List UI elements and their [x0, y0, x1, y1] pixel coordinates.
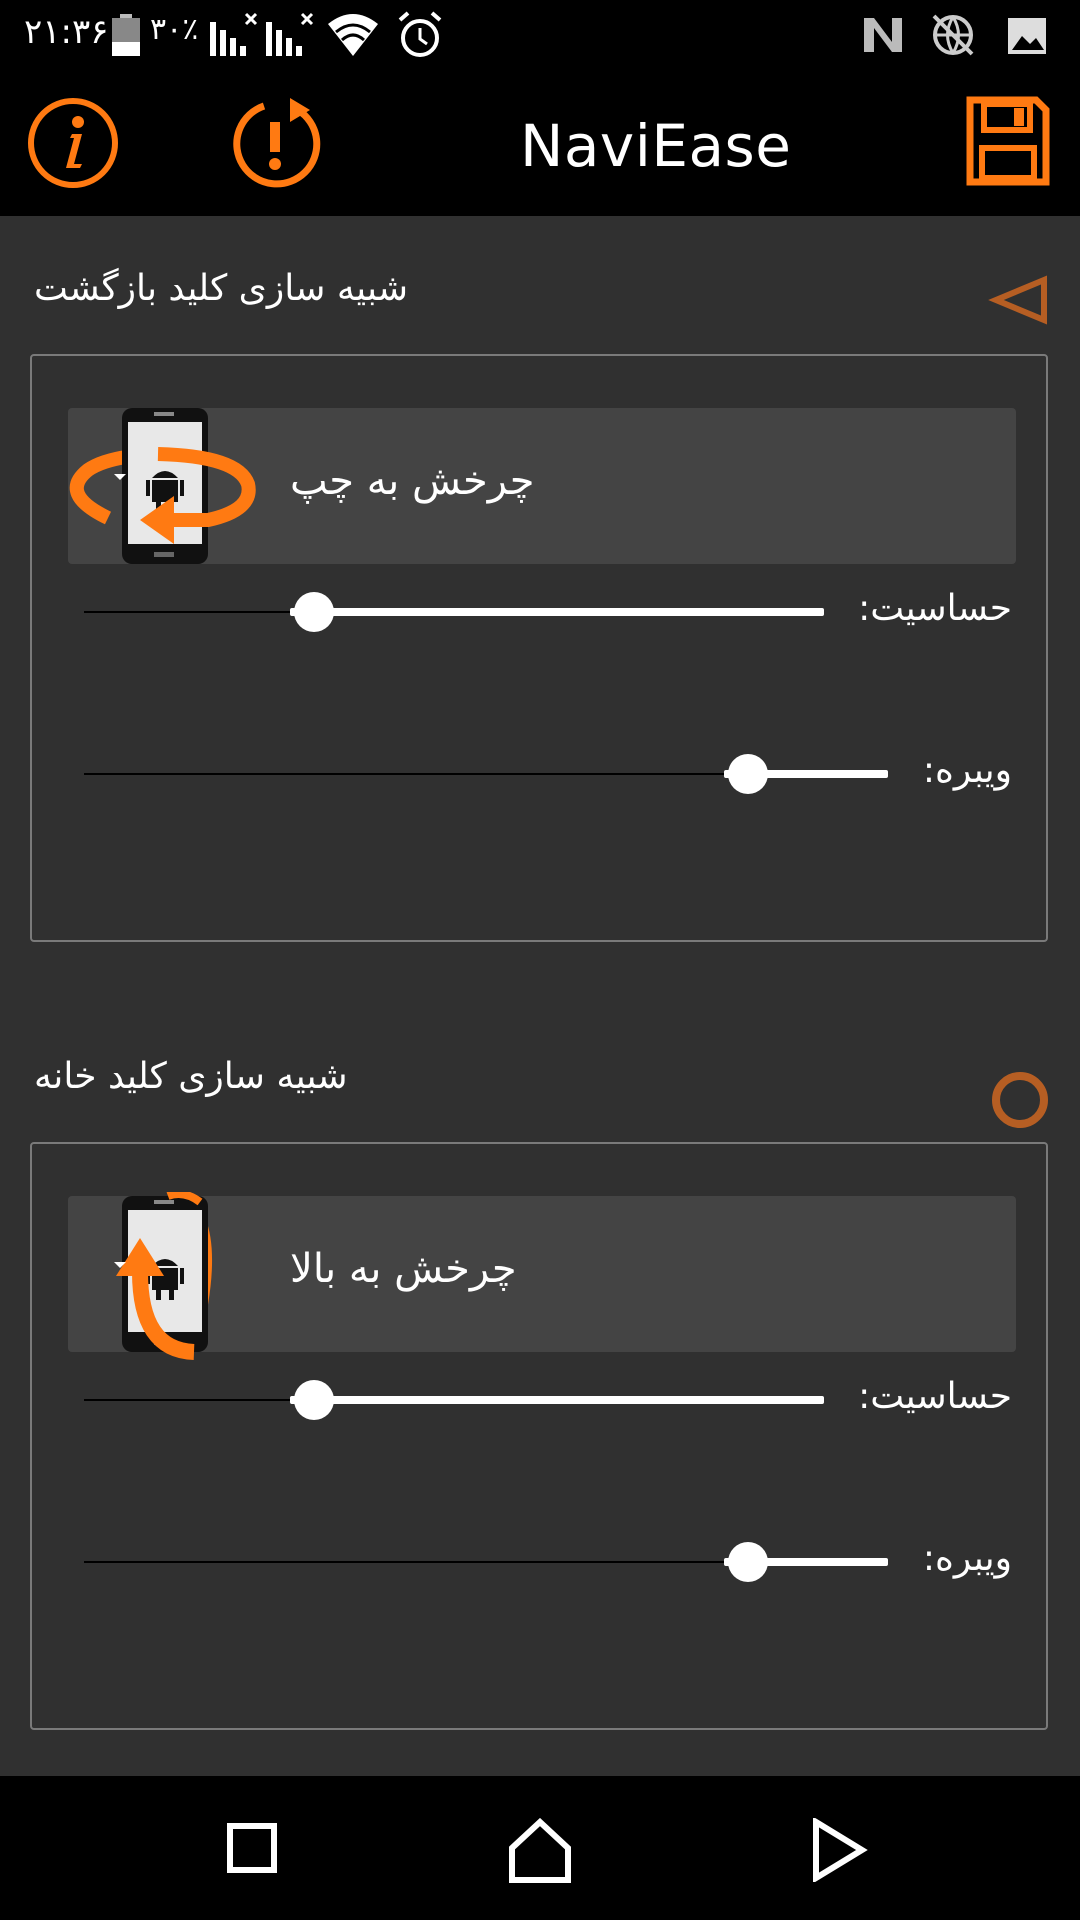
signal-2-icon — [266, 12, 314, 56]
gesture-label: چرخش به چپ — [290, 458, 535, 504]
sensitivity-label: حساسیت: — [858, 588, 1012, 629]
gesture-card-back: چرخش به چپ حساسیت: ویبره: — [30, 354, 1048, 942]
save-icon[interactable] — [966, 96, 1050, 186]
section-back-header: شبیه سازی کلید بازگشت — [0, 250, 1080, 350]
vibration-label: ویبره: — [922, 750, 1012, 791]
sensitivity-row: حساسیت: — [32, 582, 1046, 642]
section-title: شبیه سازی کلید خانه — [34, 1056, 348, 1097]
gesture-card-home: چرخش به بالا حساسیت: ویبره: — [30, 1142, 1048, 1730]
vibration-thumb[interactable] — [728, 1542, 768, 1582]
power-restart-icon[interactable] — [228, 96, 322, 190]
gesture-label: چرخش به بالا — [290, 1246, 517, 1292]
no-network-icon — [932, 14, 974, 56]
image-icon — [1008, 18, 1046, 54]
recents-square-icon[interactable] — [224, 1818, 284, 1878]
home-circle-icon[interactable] — [988, 1048, 1052, 1128]
back-triangle-nav-icon[interactable] — [808, 1818, 868, 1882]
sensitivity-thumb[interactable] — [294, 1380, 334, 1420]
section-title: شبیه سازی کلید بازگشت — [34, 268, 409, 309]
navigation-bar — [0, 1776, 1080, 1920]
info-icon[interactable] — [26, 96, 120, 190]
sensitivity-label: حساسیت: — [858, 1376, 1012, 1417]
battery-icon — [112, 14, 140, 56]
rotate-left-phone-icon — [69, 408, 256, 564]
section-home-header: شبیه سازی کلید خانه — [0, 1038, 1080, 1138]
app-title: NaviEase — [520, 112, 792, 180]
back-triangle-icon[interactable] — [988, 260, 1052, 340]
vibration-label: ویبره: — [922, 1538, 1012, 1579]
sensitivity-thumb[interactable] — [294, 592, 334, 632]
wifi-icon — [328, 14, 378, 56]
vibration-thumb[interactable] — [728, 754, 768, 794]
n-notification-icon — [864, 18, 902, 52]
status-time: ۲۱:۳۶ — [24, 12, 109, 52]
vibration-row: ویبره: — [32, 1532, 1046, 1592]
sensitivity-row: حساسیت: — [32, 1370, 1046, 1430]
home-outline-icon[interactable] — [506, 1818, 574, 1884]
signal-1-icon — [210, 12, 258, 56]
status-bar: ۲۱:۳۶ ۳۰٪ — [0, 0, 1080, 72]
battery-percent: ۳۰٪ — [150, 12, 199, 47]
app-bar: NaviEase — [0, 72, 1080, 216]
gesture-dropdown[interactable]: چرخش به بالا — [68, 1192, 1016, 1360]
alarm-icon — [398, 11, 442, 57]
sensitivity-fill — [290, 608, 824, 616]
sensitivity-fill — [290, 1396, 824, 1404]
vibration-row: ویبره: — [32, 744, 1046, 804]
gesture-dropdown[interactable]: چرخش به چپ — [68, 408, 1016, 564]
rotate-up-phone-icon — [114, 1192, 213, 1360]
